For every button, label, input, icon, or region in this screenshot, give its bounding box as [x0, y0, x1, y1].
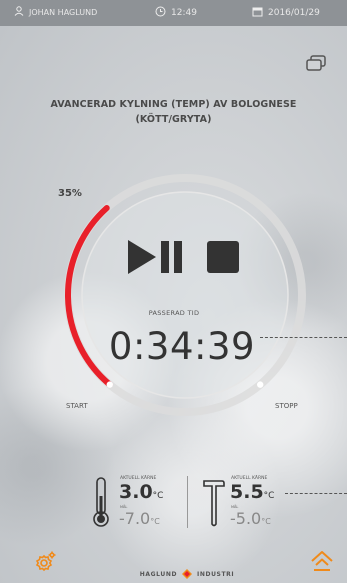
core-unit: °C	[152, 491, 164, 501]
progress-percent: 35%	[58, 188, 82, 199]
core-target-value: -7.0°C	[119, 509, 160, 528]
home-button[interactable]	[310, 549, 334, 573]
brand-mark-icon	[182, 569, 193, 579]
start-marker	[106, 381, 113, 388]
probe-sensor-value: 5.5°C	[230, 481, 274, 503]
core-value-text: 3.0	[119, 481, 153, 503]
probe-unit: °C	[263, 491, 275, 501]
elapsed-leader-line	[260, 337, 347, 338]
stop-button[interactable]	[207, 241, 239, 273]
elapsed-label: PASSERAD TID	[148, 309, 200, 317]
settings-icon	[35, 551, 56, 572]
thermometer-icon	[91, 476, 111, 528]
probe-icon	[202, 478, 226, 528]
brand-right: INDUSTRI	[197, 570, 235, 578]
stop-label: STOPP	[275, 402, 298, 410]
probe-leader-line	[285, 493, 347, 494]
brand-logo: HAGLUND INDUSTRI	[122, 569, 252, 579]
elapsed-time: 0:34:39	[108, 325, 256, 368]
core-target-text: -7.0	[119, 509, 151, 528]
play-pause-icon	[128, 240, 182, 274]
probe-target-unit: °C	[261, 517, 271, 526]
probe-value-text: 5.5	[230, 481, 264, 503]
play-pause-button[interactable]	[128, 240, 186, 274]
brand-left: HAGLUND	[139, 570, 178, 578]
start-label: START	[66, 402, 88, 410]
core-sensor-value: 3.0°C	[119, 481, 163, 503]
stop-marker	[257, 381, 264, 388]
probe-target-value: -5.0°C	[230, 509, 271, 528]
core-target-unit: °C	[150, 517, 160, 526]
progress-dial	[64, 174, 306, 416]
probe-target-text: -5.0	[230, 509, 262, 528]
sensor-divider	[187, 476, 188, 528]
home-icon	[311, 551, 333, 571]
settings-button[interactable]	[34, 549, 58, 573]
